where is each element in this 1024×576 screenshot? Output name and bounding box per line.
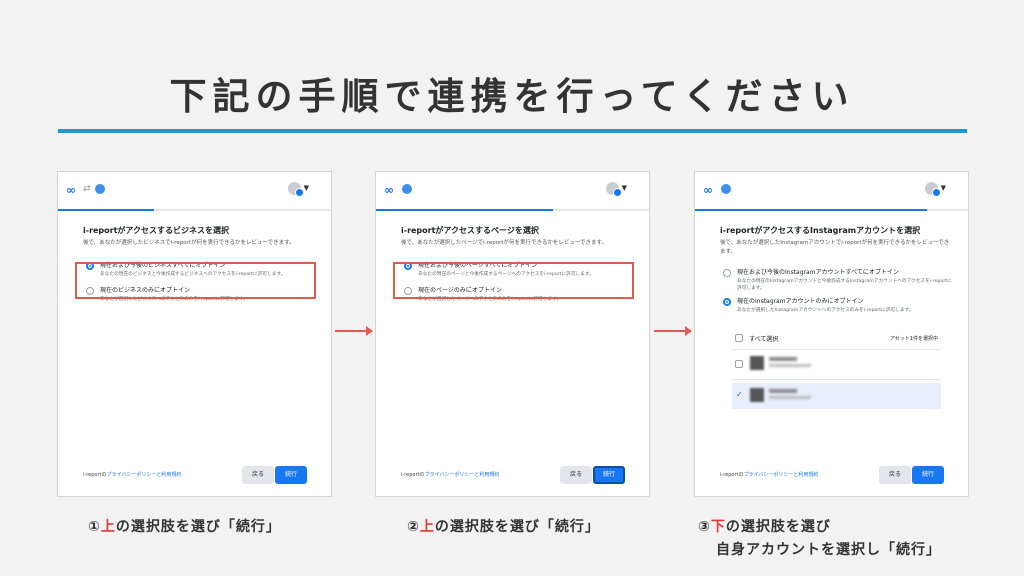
app-icon: [402, 184, 412, 194]
account-avatar[interactable]: [925, 182, 941, 197]
footer-text: i-reportのプライバシーポリシーと利用規約: [83, 472, 182, 478]
step2-caption: ②上の選択肢を選び「続行」: [407, 519, 600, 535]
highlight-box: [393, 262, 634, 299]
dialog-subtext: 後で、あなたが選択したページでi-reportが何を実行できるかをレビューできま…: [401, 240, 607, 246]
account-row-selected[interactable]: ✓: [732, 383, 941, 409]
continue-button[interactable]: 続行: [593, 466, 625, 484]
dialog-topbar: ∞ ▼: [695, 172, 968, 210]
sync-icon: ⇄: [83, 184, 91, 194]
option-all-instagram[interactable]: 現在および今後のInstagramアカウントすべてにオプトイン あなたの現在のI…: [720, 269, 952, 292]
title-underline: [58, 129, 967, 133]
select-all-checkbox[interactable]: [735, 334, 743, 342]
account-handle-blurred: [769, 364, 811, 367]
divider: [732, 379, 941, 380]
privacy-link[interactable]: プライバシーポリシーと利用規約: [743, 472, 818, 478]
step3-caption: ③下の選択肢を選び: [698, 519, 831, 535]
meta-logo-icon: ∞: [703, 183, 713, 197]
meta-logo-icon: ∞: [384, 183, 394, 197]
option-title: 現在のInstagramアカウントのみにオプトイン: [737, 298, 864, 305]
footer-text: i-reportのプライバシーポリシーと利用規約: [720, 472, 819, 478]
step1-screenshot: ∞ ⇄ ▼ i-reportがアクセスするビジネスを選択 後で、あなたが選択した…: [57, 171, 332, 497]
step1-caption: ①上の選択肢を選び「続行」: [88, 519, 281, 535]
account-thumbnail: [750, 388, 764, 402]
account-checkbox[interactable]: [735, 360, 743, 368]
dialog-heading: i-reportがアクセスするページを選択: [401, 226, 539, 235]
account-thumbnail: [750, 356, 764, 370]
dialog-topbar: ∞ ⇄ ▼: [58, 172, 331, 210]
page-title: 下記の手順で連携を行ってください: [169, 75, 855, 118]
back-button[interactable]: 戻る: [560, 466, 592, 484]
privacy-link[interactable]: プライバシーポリシーと利用規約: [424, 472, 499, 478]
option-current-instagram[interactable]: 現在のInstagramアカウントのみにオプトイン あなたが選択したInstag…: [720, 298, 952, 314]
radio-unselected[interactable]: [723, 269, 731, 277]
back-button[interactable]: 戻る: [879, 466, 911, 484]
app-icon: [95, 184, 105, 194]
account-avatar[interactable]: [288, 182, 304, 197]
selected-count: アセット1件を選択中: [889, 336, 938, 342]
arrow-right-icon: [654, 326, 692, 336]
account-avatar[interactable]: [606, 182, 622, 197]
check-icon[interactable]: ✓: [736, 390, 743, 399]
step3-caption-line2: 自身アカウントを選択し「続行」: [716, 542, 941, 558]
dialog-subtext: 後で、あなたが選択したInstagramアカウントでi-reportが何を実行で…: [720, 240, 950, 255]
meta-logo-icon: ∞: [66, 183, 76, 197]
account-name-blurred: [769, 389, 797, 393]
divider: [732, 349, 941, 350]
progress-bar: [695, 209, 968, 211]
continue-button[interactable]: 続行: [275, 466, 307, 484]
progress-bar: [376, 209, 649, 211]
chevron-down-icon[interactable]: ▼: [304, 184, 309, 192]
footer-text: i-reportのプライバシーポリシーと利用規約: [401, 472, 500, 478]
progress-bar: [58, 209, 331, 211]
option-title: 現在および今後のInstagramアカウントすべてにオプトイン: [737, 269, 899, 276]
chevron-down-icon[interactable]: ▼: [622, 184, 627, 192]
dialog-topbar: ∞ ▼: [376, 172, 649, 210]
arrow-right-icon: [335, 326, 373, 336]
account-name-blurred: [769, 357, 797, 361]
highlight-box: [75, 262, 316, 299]
account-row-unselected[interactable]: [732, 352, 941, 376]
chevron-down-icon[interactable]: ▼: [941, 184, 946, 192]
option-description: あなたが選択したInstagramアカウントへのアクセスのみをi-reportに…: [737, 308, 914, 313]
account-handle-blurred: [769, 396, 811, 399]
radio-selected[interactable]: [723, 298, 731, 306]
step2-screenshot: ∞ ▼ i-reportがアクセスするページを選択 後で、あなたが選択したページ…: [375, 171, 650, 497]
dialog-heading: i-reportがアクセスするビジネスを選択: [83, 226, 230, 235]
privacy-link[interactable]: プライバシーポリシーと利用規約: [106, 472, 181, 478]
dialog-subtext: 後で、あなたが選択したビジネスでi-reportが何を実行できるかをレビューでき…: [83, 240, 295, 246]
back-button[interactable]: 戻る: [242, 466, 274, 484]
select-all-label: すべて選択: [749, 336, 779, 343]
option-description: あなたの現在のInstagramアカウントと今後作成するInstagramアカウ…: [737, 279, 952, 291]
dialog-heading: i-reportがアクセスするInstagramアカウントを選択: [720, 226, 921, 235]
app-icon: [721, 184, 731, 194]
step3-screenshot: ∞ ▼ i-reportがアクセスするInstagramアカウントを選択 後で、…: [694, 171, 969, 497]
continue-button[interactable]: 続行: [912, 466, 944, 484]
